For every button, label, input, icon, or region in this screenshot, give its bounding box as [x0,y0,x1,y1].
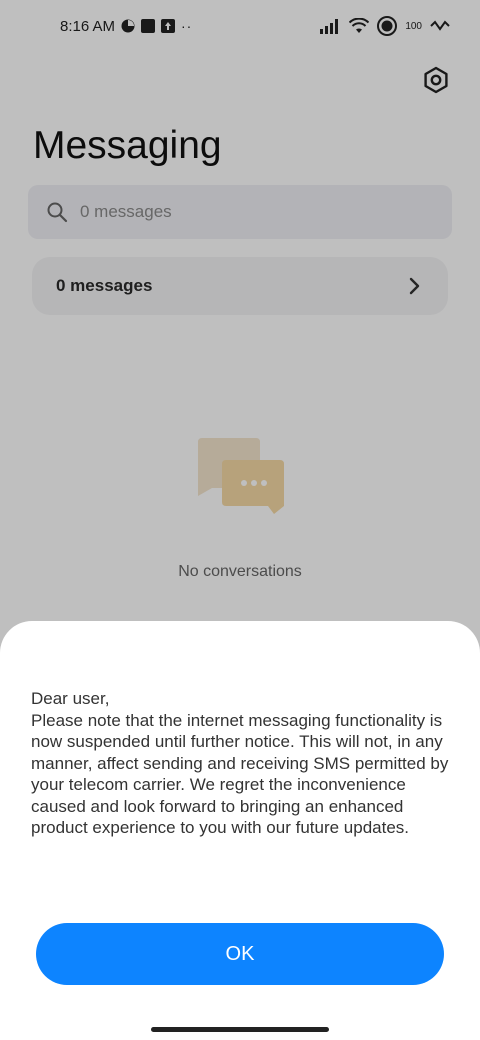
notice-dialog: Dear user, Please note that the internet… [0,621,480,1040]
home-indicator[interactable] [151,1027,329,1032]
ok-button[interactable]: OK [36,923,444,985]
dialog-message: Dear user, Please note that the internet… [31,689,449,837]
